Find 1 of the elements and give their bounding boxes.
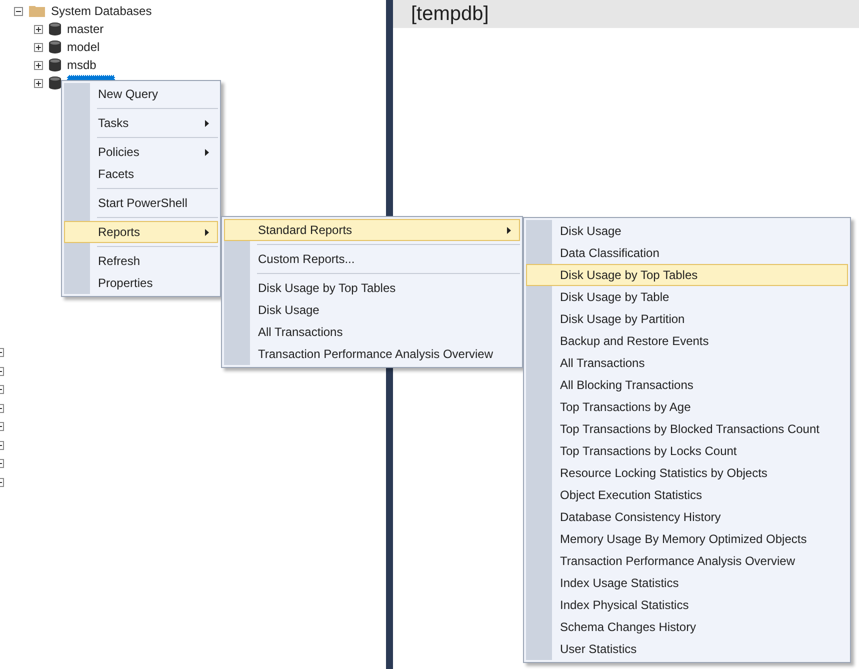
- document-title: [tempdb]: [411, 2, 489, 26]
